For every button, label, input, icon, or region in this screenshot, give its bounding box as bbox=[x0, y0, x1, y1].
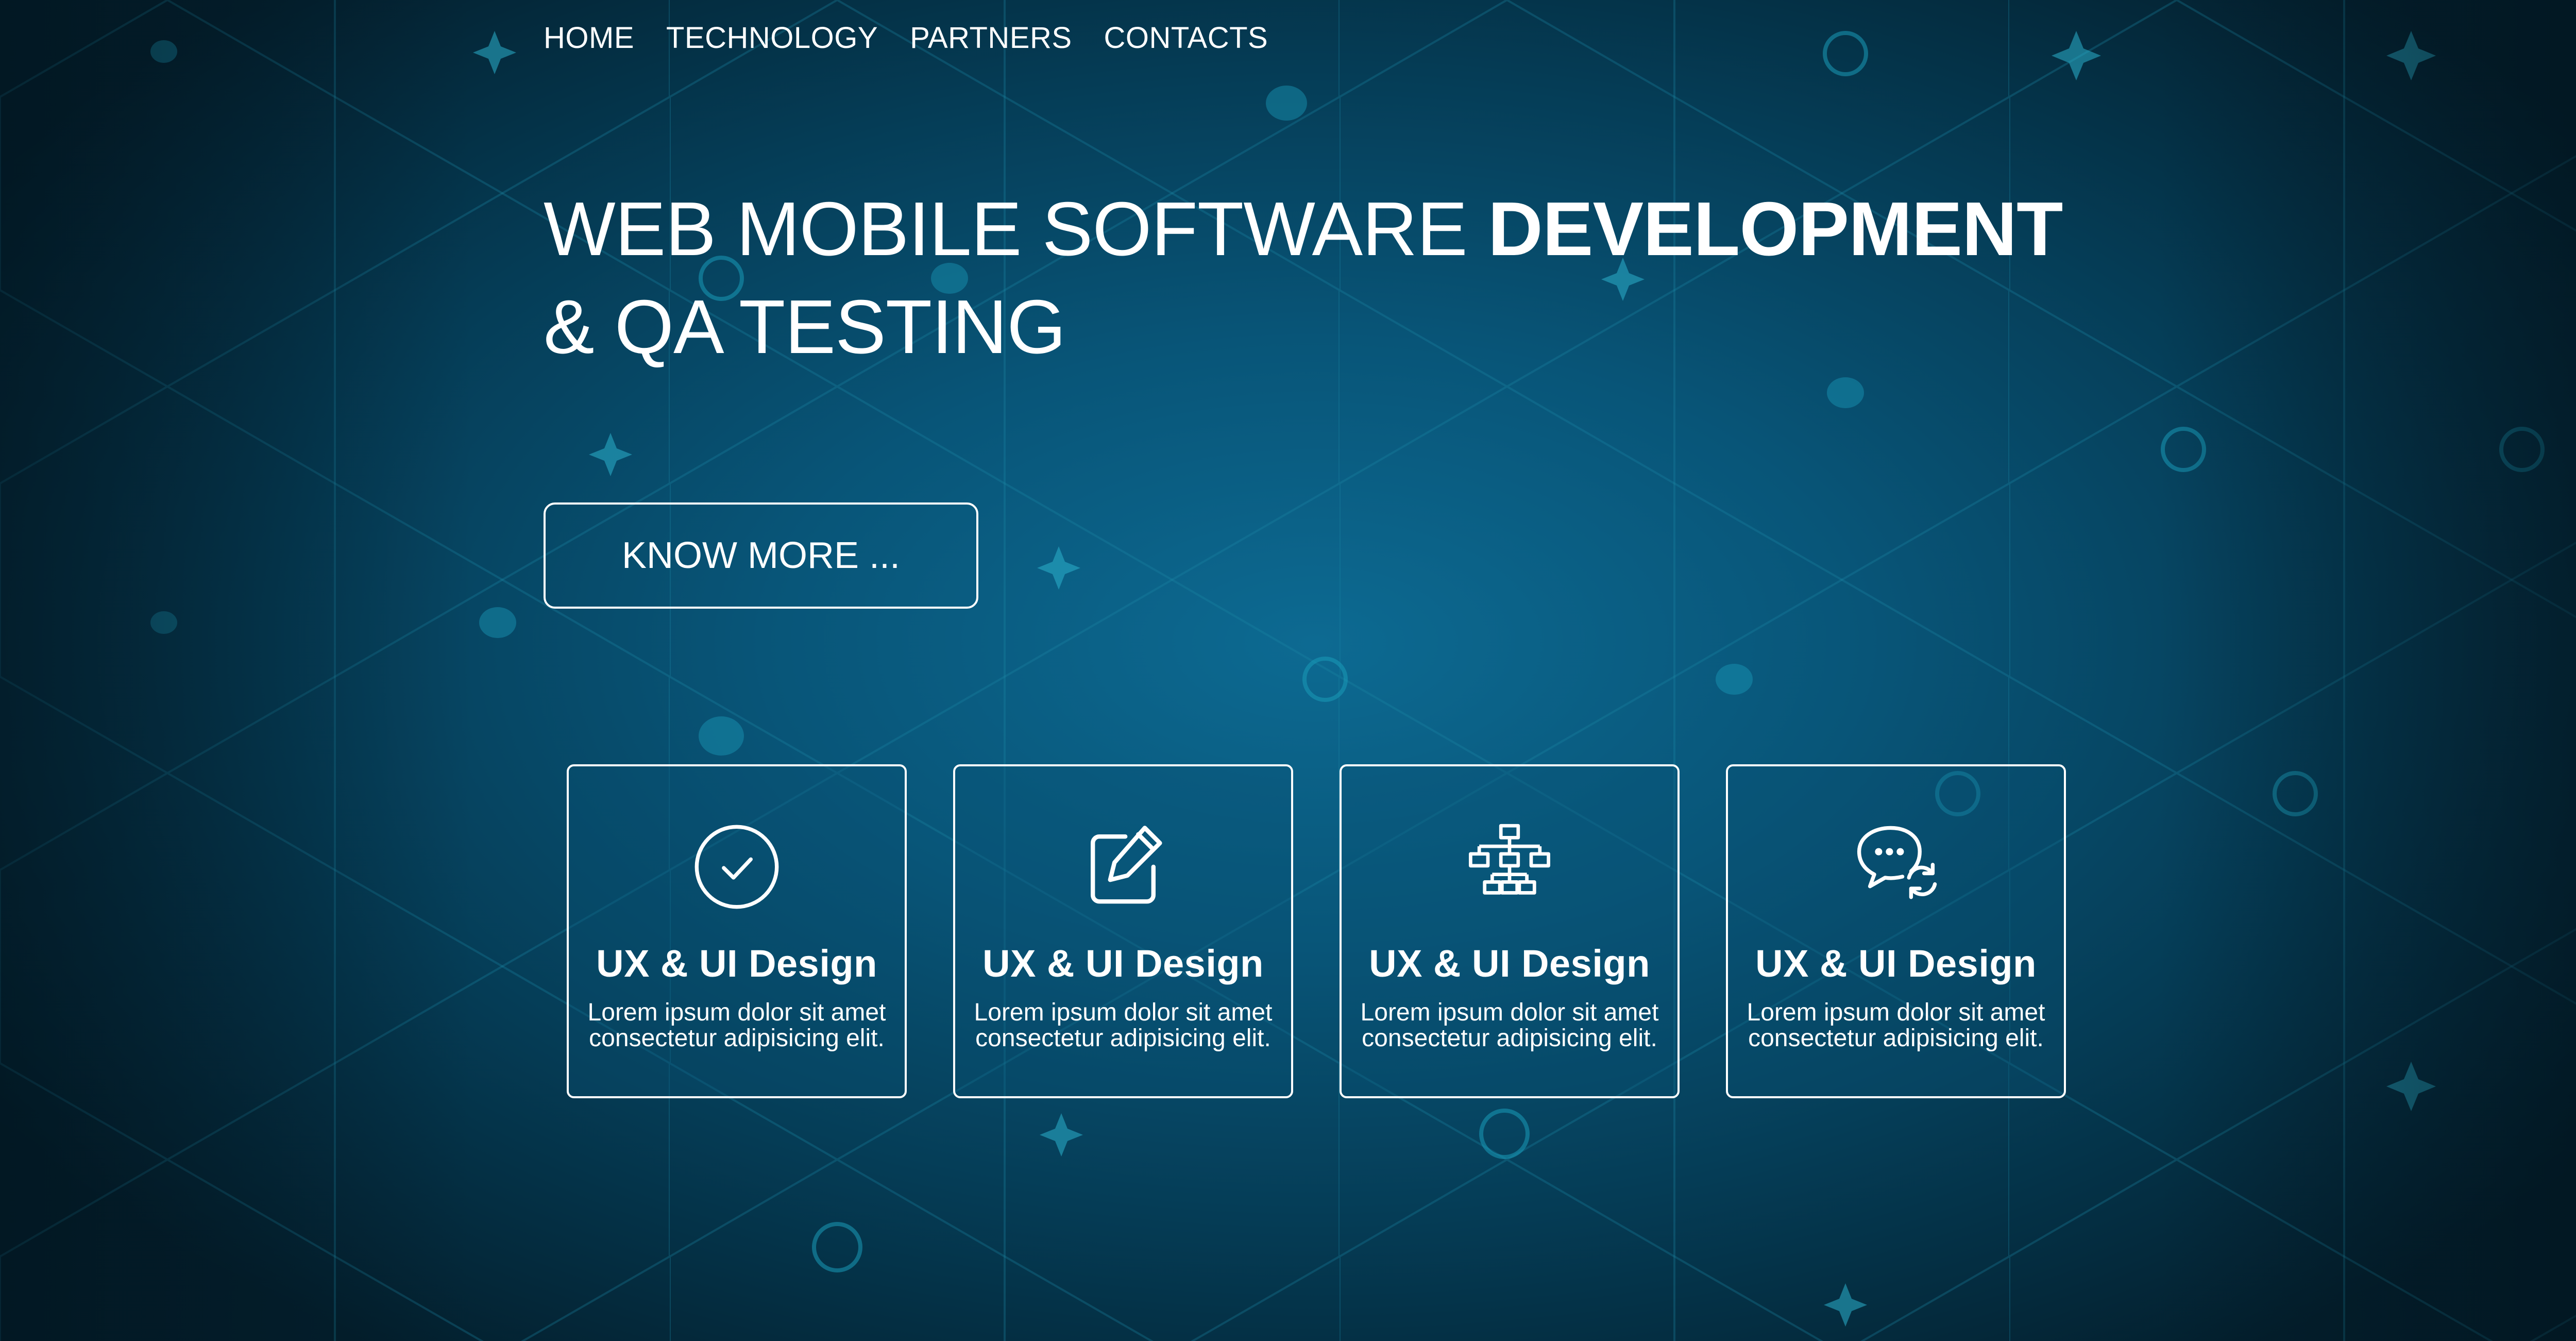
feature-cards: UX & UI Design Lorem ipsum dolor sit ame… bbox=[567, 764, 2066, 1098]
hero-page: HOME TECHNOLOGY PARTNERS CONTACTS WEB MO… bbox=[0, 0, 2576, 1341]
card-title: UX & UI Design bbox=[1369, 942, 1650, 985]
card-text: Lorem ipsum dolor sit amet consectetur a… bbox=[969, 1000, 1278, 1051]
card-text-line: consectetur adipisicing elit. bbox=[589, 1025, 885, 1052]
feature-card[interactable]: UX & UI Design Lorem ipsum dolor sit ame… bbox=[953, 764, 1293, 1098]
card-text-line: consectetur adipisicing elit. bbox=[975, 1025, 1271, 1052]
card-text-line: Lorem ipsum dolor sit amet bbox=[1747, 999, 2045, 1026]
hero-title-regular: WEB MOBILE SOFTWARE bbox=[544, 187, 1488, 272]
card-text-line: consectetur adipisicing elit. bbox=[1362, 1025, 1657, 1052]
know-more-button[interactable]: KNOW MORE ... bbox=[544, 502, 978, 609]
hero-title-line2: & QA TESTING bbox=[544, 284, 1066, 370]
card-title: UX & UI Design bbox=[1755, 942, 2037, 985]
card-text: Lorem ipsum dolor sit amet consectetur a… bbox=[1741, 1000, 2050, 1051]
hero-title: WEB MOBILE SOFTWARE DEVELOPMENT & QA TES… bbox=[544, 180, 2063, 376]
feature-card[interactable]: UX & UI Design Lorem ipsum dolor sit ame… bbox=[567, 764, 907, 1098]
check-circle-icon bbox=[683, 813, 791, 921]
hero-title-bold: DEVELOPMENT bbox=[1487, 187, 2063, 272]
nav-home[interactable]: HOME bbox=[544, 21, 634, 55]
card-text-line: consectetur adipisicing elit. bbox=[1748, 1025, 2044, 1052]
nav-contacts[interactable]: CONTACTS bbox=[1104, 21, 1268, 55]
feature-card[interactable]: UX & UI Design Lorem ipsum dolor sit ame… bbox=[1340, 764, 1680, 1098]
main-nav: HOME TECHNOLOGY PARTNERS CONTACTS bbox=[544, 21, 1268, 55]
card-text-line: Lorem ipsum dolor sit amet bbox=[1360, 999, 1659, 1026]
nav-partners[interactable]: PARTNERS bbox=[910, 21, 1072, 55]
card-title: UX & UI Design bbox=[596, 942, 877, 985]
feature-card[interactable]: UX & UI Design Lorem ipsum dolor sit ame… bbox=[1726, 764, 2066, 1098]
nav-technology[interactable]: TECHNOLOGY bbox=[666, 21, 878, 55]
sitemap-icon bbox=[1455, 813, 1564, 921]
card-text-line: Lorem ipsum dolor sit amet bbox=[587, 999, 886, 1026]
edit-icon bbox=[1069, 813, 1177, 921]
card-text: Lorem ipsum dolor sit amet consectetur a… bbox=[582, 1000, 891, 1051]
card-text-line: Lorem ipsum dolor sit amet bbox=[974, 999, 1273, 1026]
card-text: Lorem ipsum dolor sit amet consectetur a… bbox=[1355, 1000, 1664, 1051]
card-title: UX & UI Design bbox=[982, 942, 1264, 985]
chat-sync-icon bbox=[1842, 813, 1950, 921]
